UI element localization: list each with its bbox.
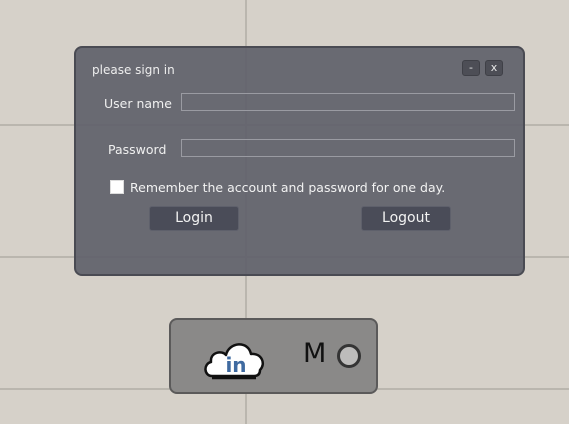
- sign-in-dialog: please sign in - x User name Password Re…: [74, 46, 525, 276]
- dialog-title: please sign in: [92, 63, 175, 77]
- logout-button[interactable]: Logout: [361, 206, 451, 231]
- username-label: User name: [104, 96, 172, 111]
- minimize-button[interactable]: -: [462, 60, 480, 76]
- cloud-in-text: in: [225, 353, 246, 377]
- remember-label: Remember the account and password for on…: [130, 179, 446, 195]
- cloud-in-icon[interactable]: in: [202, 334, 268, 382]
- login-button[interactable]: Login: [149, 206, 239, 231]
- status-indicator-icon[interactable]: [337, 344, 361, 368]
- remember-checkbox[interactable]: [110, 180, 124, 194]
- close-button[interactable]: x: [485, 60, 503, 76]
- status-panel: in M: [169, 318, 378, 394]
- password-label: Password: [108, 142, 167, 157]
- remember-option: Remember the account and password for on…: [110, 179, 446, 195]
- username-input[interactable]: [181, 93, 515, 111]
- mode-text: M: [303, 338, 327, 369]
- password-input[interactable]: [181, 139, 515, 157]
